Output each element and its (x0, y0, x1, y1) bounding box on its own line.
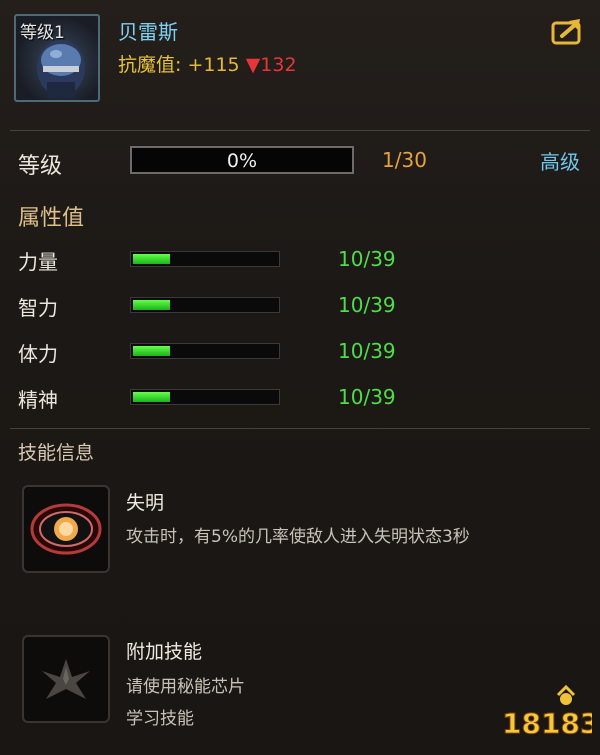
attr-value-strength: 10/39 (338, 247, 396, 271)
skill-description-line2: 学习技能 (126, 709, 194, 729)
level-tag: 等级1 (20, 23, 65, 43)
stat-minus-value: ▼132 (245, 54, 297, 76)
share-icon (551, 19, 581, 45)
watermark-logo: 18183 (500, 684, 600, 745)
attr-fill (133, 300, 171, 310)
attr-name-spirit: 精神 (18, 388, 58, 412)
level-label: 等级 (18, 154, 63, 179)
attr-fill (133, 392, 171, 402)
attr-value-vitality: 10/39 (338, 339, 396, 363)
skill-description: 攻击时，有5%的几率使敌人进入失明状态3秒 (126, 527, 470, 547)
share-button[interactable] (550, 16, 586, 46)
attr-name-vitality: 体力 (18, 342, 58, 366)
skill-description-line1: 请使用秘能芯片 (126, 677, 245, 697)
wing-emblem-icon (42, 659, 90, 699)
item-name: 贝雷斯 (118, 20, 178, 44)
divider (10, 130, 590, 131)
attr-name-strength: 力量 (18, 250, 58, 274)
attr-fill (133, 254, 171, 264)
attr-bar-spirit (130, 389, 280, 405)
attr-bar-strength (130, 251, 280, 267)
advanced-button[interactable]: 高级 (540, 146, 580, 175)
attr-bar-vitality (130, 343, 280, 359)
item-detail-panel: 等级1 贝雷斯 抗魔值: +115 ▼132 等级 0% 1/30 高级 属性值… (0, 0, 600, 755)
divider (10, 428, 590, 429)
attr-name-intelligence: 智力 (18, 296, 58, 320)
skill-name: 失明 (126, 492, 165, 514)
attr-bar-intelligence (130, 297, 280, 313)
skills-title: 技能信息 (18, 442, 95, 464)
level-progress-text: 0% (226, 150, 258, 172)
item-portrait: 等级1 (14, 14, 100, 102)
attributes-title: 属性值 (18, 206, 85, 231)
level-count: 1/30 (382, 148, 427, 172)
attr-value-intelligence: 10/39 (338, 293, 396, 317)
skill-slot-blind[interactable] (22, 485, 110, 573)
logo-icon: 18183 (502, 684, 600, 741)
stat-label: 抗魔值: (118, 54, 182, 76)
eye-icon (30, 503, 102, 555)
stat-plus-value: +115 (187, 54, 240, 76)
magic-resist-stat: 抗魔值: +115 ▼132 (118, 50, 297, 77)
attr-fill (133, 346, 171, 356)
skill-name: 附加技能 (126, 641, 203, 663)
attr-value-spirit: 10/39 (338, 385, 396, 409)
svg-text:18183: 18183 (502, 707, 592, 740)
level-progress-bar: 0% (130, 146, 354, 174)
skill-slot-extra[interactable] (22, 635, 110, 723)
